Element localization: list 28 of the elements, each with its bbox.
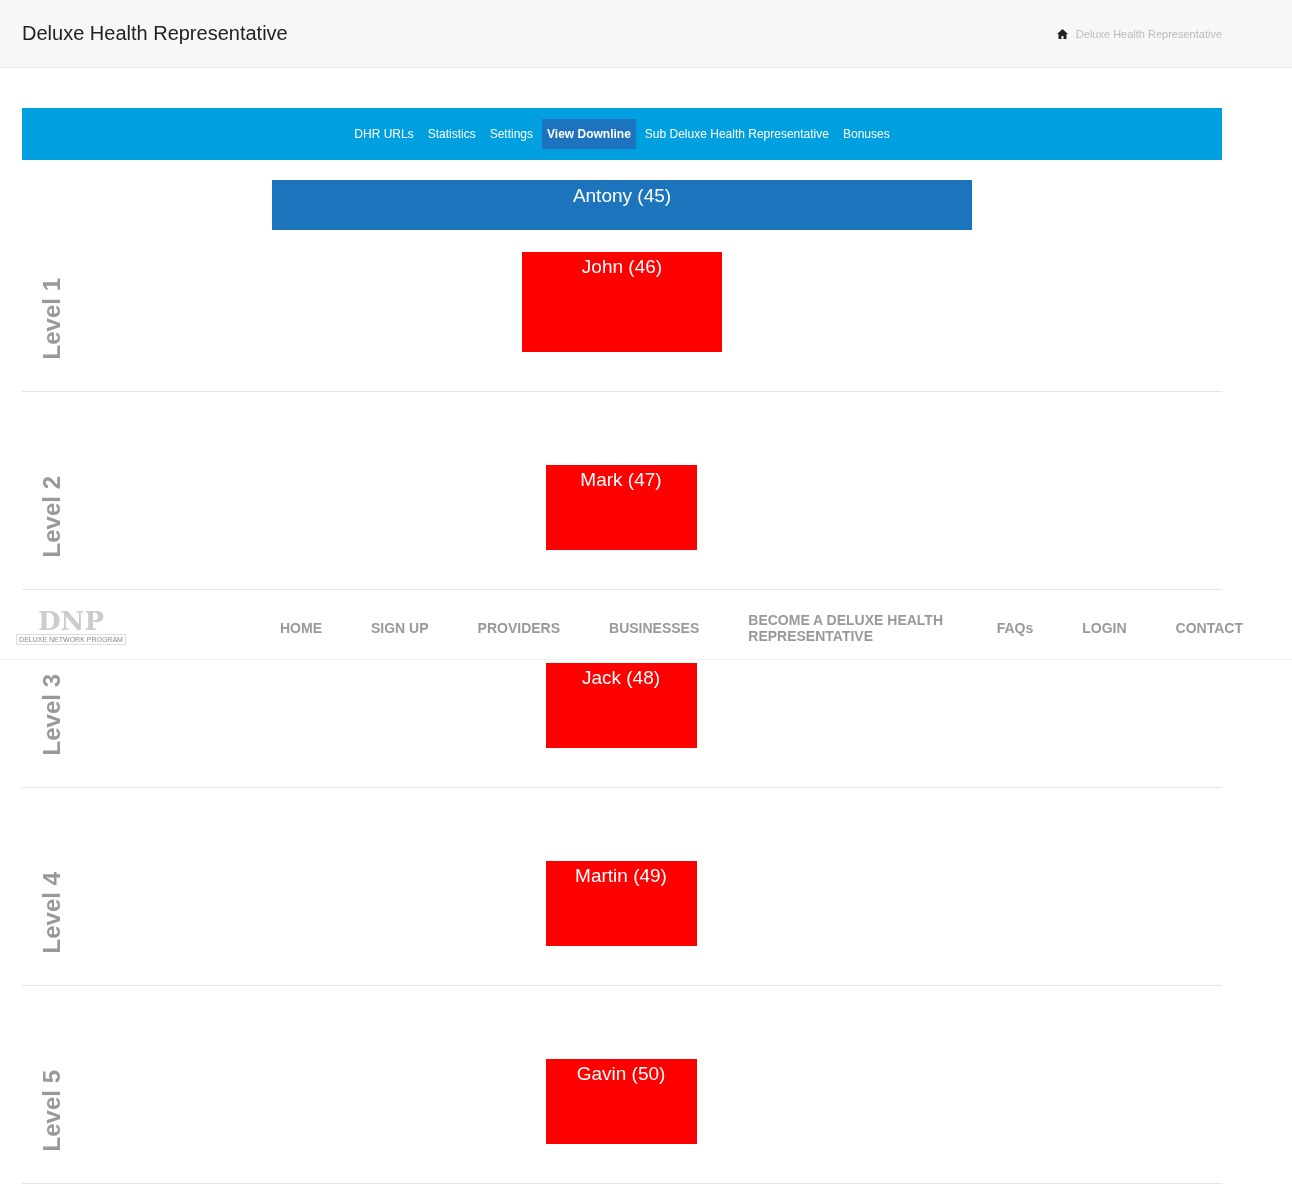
menu-link[interactable]: SIGN UP — [371, 620, 429, 637]
member-node: Martin (49) — [545, 861, 697, 946]
menu-link[interactable]: HOME — [280, 620, 322, 637]
menu-link[interactable]: BUSINESSES — [609, 620, 700, 637]
nav-tab[interactable]: Settings — [484, 119, 539, 149]
member-node: Mark (47) — [545, 465, 697, 550]
level-label: Level 2 — [38, 475, 66, 557]
menu-link[interactable]: LOGIN — [1082, 620, 1127, 637]
level-label: Level 4 — [38, 871, 66, 953]
root-member: Antony (45) — [272, 180, 972, 230]
nav-tab[interactable]: Bonuses — [837, 119, 895, 149]
home-icon[interactable] — [1056, 28, 1068, 39]
nav-tab[interactable]: Statistics — [422, 119, 481, 149]
menu-link[interactable]: BECOME A DELUXE HEALTH REPRESENTATIVE — [748, 613, 947, 644]
nav-tab[interactable]: DHR URLs — [349, 119, 419, 149]
nav-tab[interactable]: Sub Deluxe Health Representative — [639, 119, 834, 149]
menu-link[interactable]: CONTACT — [1175, 620, 1243, 637]
member-node: Jack (48) — [545, 663, 697, 748]
page-title: Deluxe Health Representative — [22, 22, 288, 45]
level-label: Level 5 — [38, 1069, 66, 1151]
member-node: Gavin (50) — [545, 1059, 697, 1144]
member-node: John (46) — [522, 252, 722, 352]
level-label: Level 1 — [38, 277, 66, 359]
menu-link[interactable]: PROVIDERS — [477, 620, 561, 637]
menu-link[interactable]: FAQs — [996, 620, 1034, 637]
breadcrumb-link[interactable]: Deluxe Health Representative — [1075, 27, 1222, 40]
nav-tab[interactable]: View Downline — [542, 119, 636, 149]
level-label: Level 3 — [38, 673, 66, 755]
